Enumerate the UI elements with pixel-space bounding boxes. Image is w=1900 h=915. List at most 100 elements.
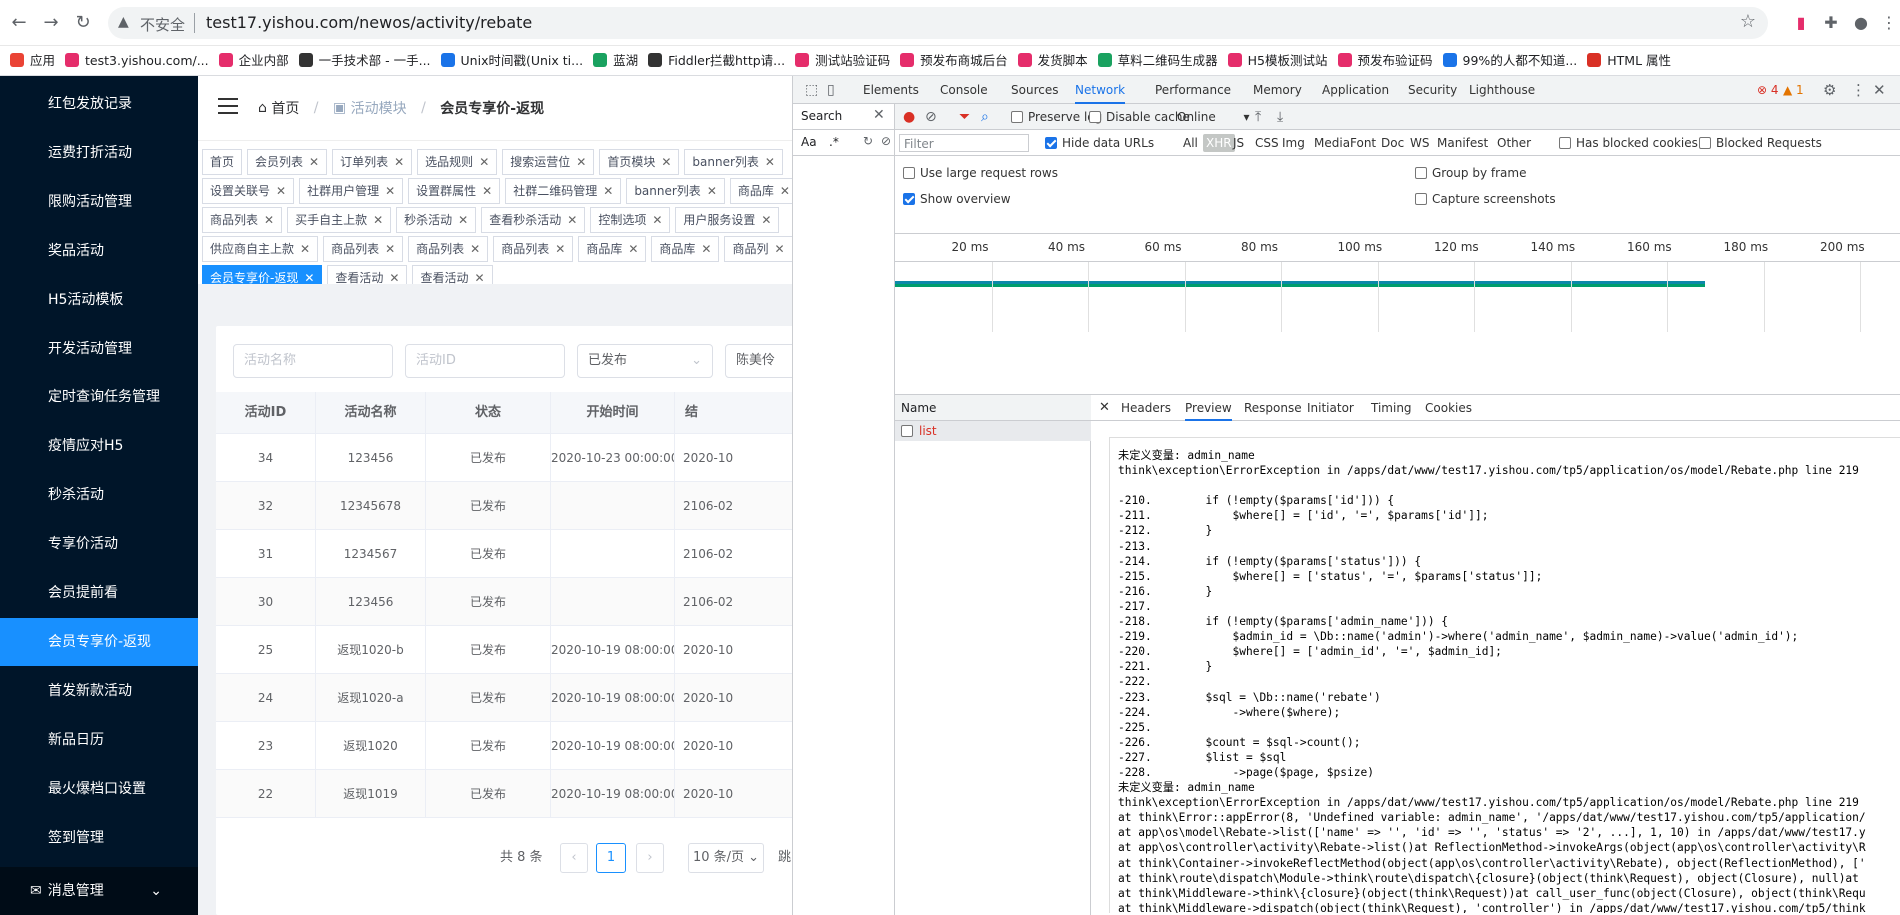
bookmark-item[interactable]: 测试站验证码 [795, 46, 890, 75]
column-header[interactable]: 开始时间 [551, 392, 675, 434]
bookmark-item[interactable]: 发货脚本 [1017, 46, 1088, 75]
filter-input[interactable]: Filter [899, 134, 1029, 152]
type-filter-other[interactable]: Other [1497, 130, 1531, 156]
regex-toggle[interactable]: .* [829, 135, 839, 149]
error-count[interactable]: ⊗ 4 [1757, 76, 1779, 104]
bookmark-item[interactable]: 蓝湖 [593, 46, 638, 75]
type-filter-img[interactable]: Img [1282, 130, 1305, 156]
has-blocked-cookies-checkbox[interactable]: Has blocked cookies [1559, 130, 1698, 156]
devtools-tab[interactable]: Performance [1155, 76, 1231, 104]
bookmark-item[interactable]: Fiddler拦截http请... [648, 46, 785, 75]
name-column-header[interactable]: Name [895, 395, 1091, 421]
import-icon[interactable]: ⤒ [1255, 104, 1261, 130]
activity-name-input[interactable]: 活动名称 [233, 344, 393, 378]
table-row[interactable]: 23 返现1020 已发布 2020-10-19 08:00:00 2020-10 [216, 722, 792, 770]
detail-tab[interactable]: Headers [1121, 395, 1171, 421]
table-row[interactable]: 22 返现1019 已发布 2020-10-19 08:00:00 2020-10 [216, 770, 792, 818]
export-icon[interactable]: ⤓ [1277, 104, 1283, 130]
sidebar-footer-messages[interactable]: ✉ 消息管理 ⌄ [0, 867, 198, 915]
prev-page-icon[interactable]: ‹ [560, 843, 588, 873]
status-select[interactable]: 已发布 ⌄ [577, 344, 713, 378]
throttle-select[interactable]: Online ▾ [1177, 104, 1250, 130]
insecure-label[interactable]: 不安全 [140, 14, 185, 35]
refresh-icon[interactable]: ↻ [863, 134, 873, 148]
sidebar-item[interactable]: 签到管理 [0, 814, 198, 862]
sidebar-item[interactable]: 限购活动管理 [0, 178, 198, 226]
kebab-menu-icon[interactable]: ⋮ [1851, 76, 1866, 104]
bookmark-item[interactable]: 草料二维码生成器 [1097, 46, 1218, 75]
devtools-tab[interactable]: Application [1322, 76, 1389, 104]
sidebar-item[interactable]: 运费打折活动 [0, 129, 198, 177]
detail-tab[interactable]: Timing [1371, 395, 1412, 421]
back-arrow-icon[interactable]: ← [8, 12, 30, 34]
devtools-tab[interactable]: Elements [863, 76, 919, 104]
warning-count[interactable]: ▲ 1 [1783, 76, 1804, 104]
table-row[interactable]: 32 12345678 已发布 2106-02 [216, 482, 792, 530]
sidebar-item[interactable]: 专享价活动 [0, 520, 198, 568]
sidebar-item[interactable]: 开发活动管理 [0, 325, 198, 373]
close-icon[interactable]: ✕ [1099, 395, 1110, 421]
table-row[interactable]: 30 123456 已发布 2106-02 [216, 578, 792, 626]
bookmark-item[interactable]: 99%的人都不知道... [1442, 46, 1577, 75]
type-filter-css[interactable]: CSS [1255, 130, 1279, 156]
column-header[interactable]: 结 [675, 392, 792, 434]
large-rows-checkbox[interactable]: Use large request rows [903, 160, 1058, 186]
puzzle-icon[interactable]: ✚ [1820, 12, 1842, 34]
sidebar-item[interactable]: 秒杀活动 [0, 471, 198, 519]
devtools-tab[interactable]: Lighthouse [1469, 76, 1535, 104]
inspect-icon[interactable]: ⬚ [805, 76, 818, 104]
record-icon[interactable]: ● [903, 104, 915, 130]
sidebar-item[interactable]: 会员专享价-返现 [0, 617, 198, 666]
timeline-overview[interactable] [895, 262, 1900, 392]
sidebar-item[interactable]: 会员提前看 [0, 569, 198, 617]
page-size-select[interactable]: 10 条/页 ⌄ [688, 843, 764, 873]
sidebar-item[interactable]: 疫情应对H5 [0, 422, 198, 470]
type-filter-all[interactable]: All [1183, 130, 1198, 156]
devtools-tab[interactable]: Network [1075, 76, 1126, 104]
table-row[interactable]: 25 返现1020-b 已发布 2020-10-19 08:00:00 2020-10 [216, 626, 792, 674]
type-filter-font[interactable]: Font [1350, 130, 1376, 156]
settings-gear-icon[interactable]: ⚙ [1823, 76, 1836, 104]
bookmark-item[interactable]: HTML 属性 [1587, 46, 1671, 75]
url-text[interactable]: test17.yishou.com/newos/activity/rebate [206, 13, 532, 32]
clear-icon[interactable]: ⊘ [925, 104, 937, 130]
extension-icon[interactable]: ▮ [1790, 12, 1812, 34]
next-page-icon[interactable]: › [636, 843, 664, 873]
capture-screenshots-checkbox[interactable]: Capture screenshots [1415, 186, 1556, 212]
close-devtools-icon[interactable]: ✕ [1873, 76, 1886, 104]
devtools-tab[interactable]: Memory [1253, 76, 1302, 104]
sidebar-item[interactable]: 定时查询任务管理 [0, 373, 198, 421]
bookmark-item[interactable]: test3.yishou.com/... [65, 46, 209, 75]
page-number[interactable]: 1 [596, 843, 626, 873]
disable-cache-checkbox[interactable]: Disable cache [1089, 104, 1190, 130]
forward-arrow-icon[interactable]: → [40, 12, 62, 34]
sidebar-item[interactable]: 新品日历 [0, 716, 198, 764]
devtools-tab[interactable]: Console [940, 76, 988, 104]
column-header[interactable]: 活动名称 [316, 392, 426, 434]
type-filter-js[interactable]: JS [1233, 130, 1244, 156]
column-header[interactable]: 状态 [426, 392, 551, 434]
search-icon[interactable]: ⌕ [981, 104, 989, 130]
column-header[interactable]: 活动ID [216, 392, 316, 434]
request-row[interactable]: list [895, 421, 1091, 441]
chrome-menu-icon[interactable]: ⋮ [1878, 12, 1900, 34]
admin-select[interactable]: 陈美伶 [725, 344, 792, 378]
group-by-frame-checkbox[interactable]: Group by frame [1415, 160, 1526, 186]
detail-tab[interactable]: Preview [1185, 395, 1232, 421]
address-bar[interactable]: ▲ 不安全 test17.yishou.com/newos/activity/r… [108, 7, 1768, 39]
bookmark-item[interactable]: 预发布商城后台 [900, 46, 1008, 75]
detail-tab[interactable]: Cookies [1425, 395, 1472, 421]
bookmark-item[interactable]: 应用 [10, 46, 55, 75]
bookmark-item[interactable]: Unix时间戳(Unix ti... [440, 46, 583, 75]
type-filter-doc[interactable]: Doc [1381, 130, 1404, 156]
type-filter-ws[interactable]: WS [1410, 130, 1429, 156]
devtools-tab[interactable]: Sources [1011, 76, 1058, 104]
activity-id-input[interactable]: 活动ID [405, 344, 565, 378]
type-filter-manifest[interactable]: Manifest [1437, 130, 1488, 156]
sidebar-item[interactable]: H5活动模板 [0, 276, 198, 324]
bookmark-item[interactable]: 企业内部 [218, 46, 289, 75]
bookmark-item[interactable]: H5模板测试站 [1227, 46, 1328, 75]
sidebar-item[interactable]: 奖品活动 [0, 227, 198, 275]
detail-tab[interactable]: Response [1244, 395, 1302, 421]
match-case-toggle[interactable]: Aa [801, 135, 817, 149]
